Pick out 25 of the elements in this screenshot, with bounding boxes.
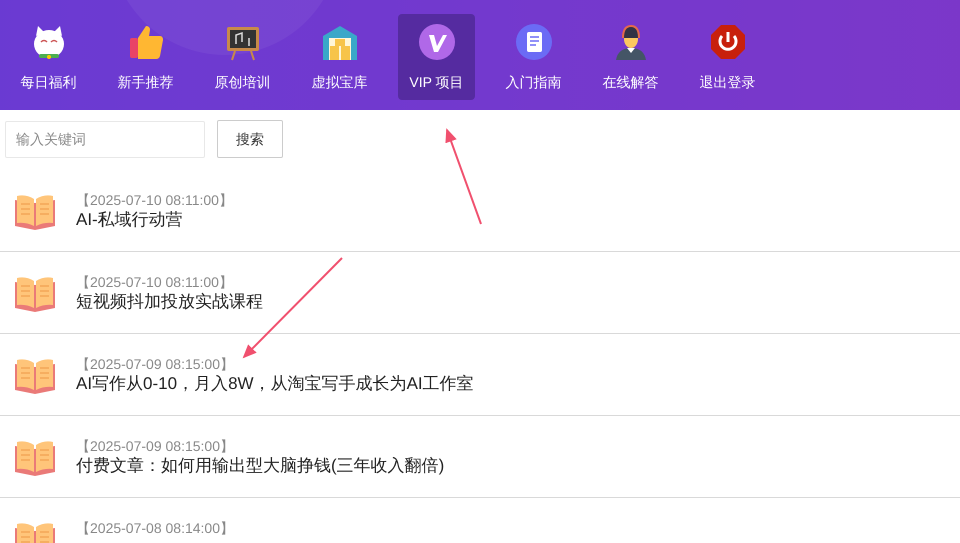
nav-tab[interactable]: 在线解答 (592, 14, 669, 100)
nav-tab[interactable]: 原创培训 (204, 14, 281, 100)
article-title-link[interactable]: AI写作从0-10，月入8W，从淘宝写手成长为AI工作室 (76, 372, 474, 395)
nav-tab[interactable]: 退出登录 (689, 14, 766, 100)
open-book-icon (14, 276, 56, 312)
search-button[interactable]: 搜索 (217, 120, 283, 158)
article-date: 【2025-07-10 08:11:00】 (76, 274, 234, 291)
open-book-icon (14, 358, 56, 394)
nav-tab[interactable]: 每日福利 (10, 14, 87, 100)
document-icon (514, 22, 554, 62)
article-date: 【2025-07-09 08:15:00】 (76, 356, 235, 373)
search-field[interactable]: 输入关键词 (5, 120, 205, 158)
nav-tab[interactable]: 新手推荐 (107, 14, 184, 100)
nav-tab[interactable]: VIP 项目 (398, 14, 475, 100)
article-title-link[interactable]: AI-私域行动营 (76, 208, 233, 231)
article-date: 【2025-07-08 08:14:00】 (76, 520, 234, 537)
open-book-icon (14, 440, 56, 476)
nav-tab[interactable]: 虚拟宝库 (301, 14, 378, 100)
open-book-icon (14, 194, 56, 230)
article-date: 【2025-07-09 08:15:00】 (76, 438, 235, 455)
vip-icon (416, 22, 456, 62)
article-date: 【2025-07-10 08:11:00】 (76, 192, 233, 209)
nav-tab[interactable]: 入门指南 (495, 14, 572, 100)
article-title-link[interactable]: 短视频抖加投放实战课程 (76, 290, 263, 313)
article-title-link[interactable]: 付费文章：如何用输出型大脑挣钱(三年收入翻倍) (76, 454, 444, 477)
